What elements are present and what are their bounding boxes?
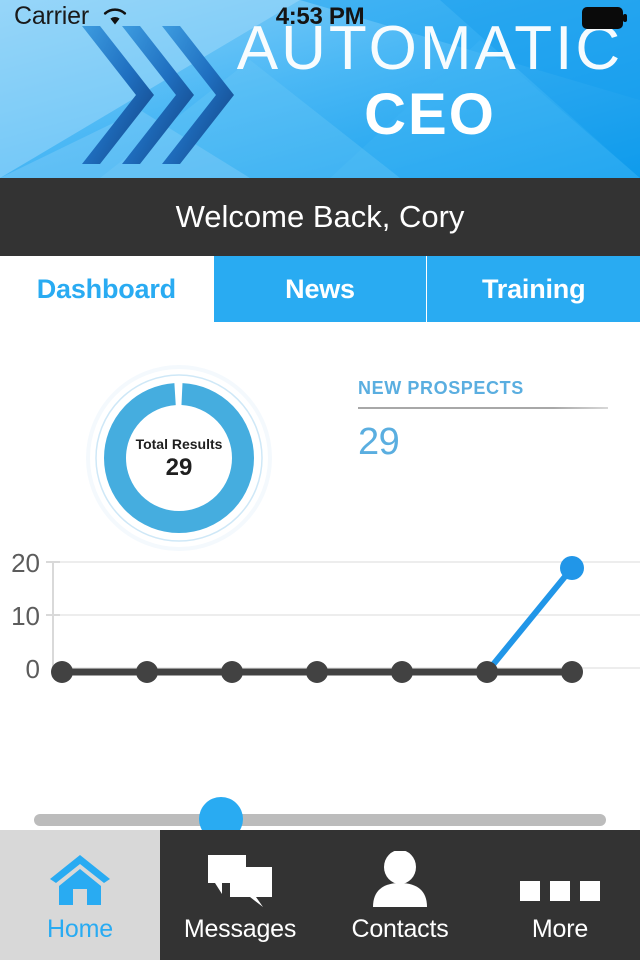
ytick-10: 10 bbox=[11, 601, 40, 631]
app-header-banner: Carrier 4:53 PM AUTOMATIC CEO bbox=[0, 0, 640, 178]
brand-wordmark: AUTOMATIC CEO bbox=[230, 18, 630, 146]
brand-line-ceo: CEO bbox=[364, 82, 496, 147]
nav-item-more[interactable]: More bbox=[480, 830, 640, 960]
new-prospects-value: 29 bbox=[358, 421, 400, 463]
tab-news[interactable]: News bbox=[212, 256, 427, 322]
more-dots-icon bbox=[520, 847, 600, 907]
nav-item-contacts-label: Contacts bbox=[351, 914, 449, 943]
nav-item-more-label: More bbox=[531, 914, 589, 943]
nav-item-messages[interactable]: Messages bbox=[160, 830, 320, 960]
donut-center-text: Total Results 29 bbox=[85, 436, 273, 482]
status-bar: Carrier 4:53 PM bbox=[0, 0, 640, 34]
more-dot bbox=[550, 880, 570, 901]
contacts-icon bbox=[371, 847, 429, 907]
new-prospects-card: NEW PROSPECTS 29 bbox=[358, 378, 614, 464]
welcome-bar: Welcome Back, Cory bbox=[0, 178, 640, 256]
welcome-message: Welcome Back, Cory bbox=[175, 199, 465, 234]
data-point-highlight bbox=[560, 556, 584, 580]
messages-icon bbox=[206, 847, 274, 907]
nav-item-home-label: Home bbox=[47, 914, 113, 943]
dashboard-content: Total Results 29 NEW PROSPECTS 29 20 10 … bbox=[0, 322, 640, 841]
bottom-navigation-bar: Home Messages Contacts More bbox=[0, 830, 640, 960]
ytick-0: 0 bbox=[26, 654, 40, 684]
ytick-20: 20 bbox=[11, 548, 40, 578]
home-icon bbox=[48, 847, 112, 907]
data-point bbox=[136, 661, 158, 683]
results-line-chart: 20 10 0 bbox=[0, 536, 640, 692]
tab-training[interactable]: Training bbox=[426, 256, 640, 322]
more-dot bbox=[580, 880, 600, 901]
new-prospects-divider bbox=[358, 407, 608, 409]
donut-value: 29 bbox=[165, 454, 193, 481]
tab-training-label: Training bbox=[481, 273, 586, 304]
nav-item-messages-label: Messages bbox=[183, 914, 297, 943]
nav-item-home[interactable]: Home bbox=[0, 830, 160, 960]
tab-dashboard[interactable]: Dashboard bbox=[0, 256, 213, 322]
triple-chevron-logo bbox=[78, 20, 238, 170]
data-point bbox=[476, 661, 498, 683]
data-point bbox=[561, 661, 583, 683]
tab-dashboard-label: Dashboard bbox=[36, 273, 176, 304]
total-results-donut-chart: Total Results 29 bbox=[85, 364, 273, 552]
clock-label: 4:53 PM bbox=[275, 3, 365, 30]
data-point bbox=[221, 661, 243, 683]
nav-item-contacts[interactable]: Contacts bbox=[320, 830, 480, 960]
donut-label: Total Results bbox=[135, 436, 223, 452]
tab-news-label: News bbox=[285, 273, 355, 304]
data-point bbox=[306, 661, 328, 683]
battery-full-icon bbox=[582, 7, 628, 29]
data-point bbox=[391, 661, 413, 683]
data-point bbox=[51, 661, 73, 683]
series-new-prospects-line bbox=[484, 565, 575, 675]
slider-track[interactable] bbox=[34, 814, 606, 826]
more-dot bbox=[520, 880, 540, 901]
section-tab-bar: Dashboard News Training bbox=[0, 256, 640, 322]
new-prospects-title: NEW PROSPECTS bbox=[358, 378, 524, 398]
